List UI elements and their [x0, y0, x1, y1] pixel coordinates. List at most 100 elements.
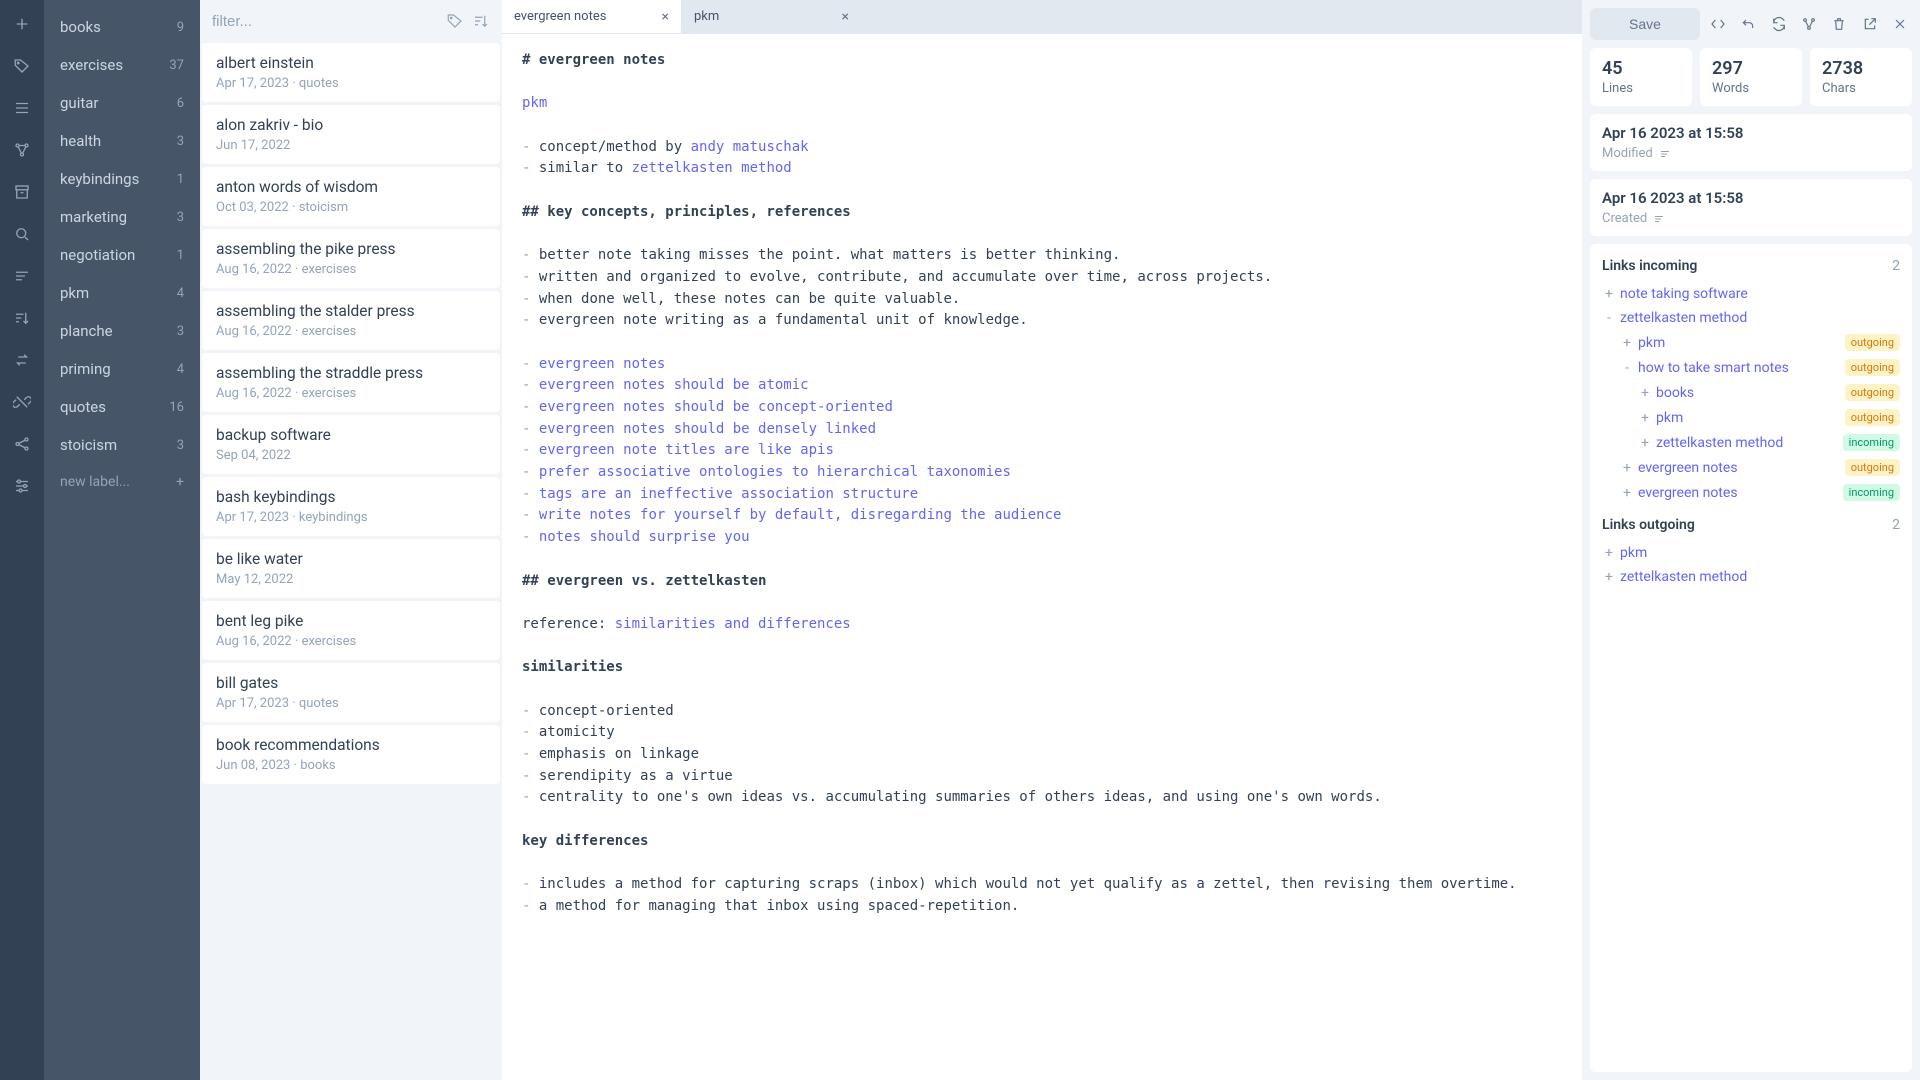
link-row: +booksoutgoing [1602, 380, 1900, 405]
external-icon[interactable] [1857, 10, 1881, 38]
link-badge: incoming [1843, 434, 1900, 451]
expand-toggle[interactable]: + [1638, 435, 1652, 451]
link-row: +zettelkasten method [1602, 565, 1900, 589]
link-andy[interactable]: andy matuschak [691, 139, 809, 155]
link-badge: outgoing [1845, 359, 1900, 376]
label-negotiation[interactable]: negotiation1 [44, 236, 200, 274]
expand-toggle[interactable]: + [1638, 385, 1652, 401]
expand-toggle[interactable]: + [1602, 545, 1616, 561]
expand-toggle[interactable]: + [1620, 335, 1634, 351]
label-quotes[interactable]: quotes16 [44, 388, 200, 426]
tag-icon[interactable] [12, 56, 32, 76]
linked-note[interactable]: books [1656, 385, 1845, 401]
link-badge: incoming [1843, 484, 1900, 501]
graph-icon[interactable] [12, 140, 32, 160]
note-item[interactable]: albert einsteinApr 17, 2023 · quotes [202, 43, 500, 102]
linked-note[interactable]: evergreen notes [1638, 460, 1845, 476]
save-button[interactable]: Save [1590, 8, 1700, 40]
heading: similarities [522, 659, 623, 675]
modified-box: Apr 16 2023 at 15:58 Modified [1590, 114, 1912, 171]
linked-note[interactable]: pkm [1638, 335, 1845, 351]
label-pkm[interactable]: pkm4 [44, 274, 200, 312]
note-item[interactable]: book recommendationsJun 08, 2023 · books [202, 725, 500, 784]
note-item[interactable]: bill gatesApr 17, 2023 · quotes [202, 663, 500, 722]
code-icon[interactable] [1706, 10, 1730, 38]
filter-sort-icon[interactable] [472, 12, 490, 30]
heading: ## key concepts, principles, references [522, 204, 851, 220]
link-zettel[interactable]: zettelkasten method [632, 160, 792, 176]
close-tab-icon[interactable]: × [662, 9, 669, 25]
expand-toggle[interactable]: - [1620, 360, 1634, 376]
filter-tag-icon[interactable] [446, 12, 464, 30]
linked-note[interactable]: zettelkasten method [1620, 310, 1900, 326]
settings-icon[interactable] [12, 476, 32, 496]
tab-evergreen-notes[interactable]: evergreen notes× [502, 0, 682, 33]
sort-icon[interactable] [12, 308, 32, 328]
search-icon[interactable] [12, 224, 32, 244]
labels-sidebar: books9exercises37guitar6health3keybindin… [44, 0, 200, 1080]
close-tab-icon[interactable]: × [842, 9, 849, 25]
label-exercises[interactable]: exercises37 [44, 46, 200, 84]
tab-pkm[interactable]: pkm× [682, 0, 862, 33]
note-item[interactable]: assembling the straddle pressAug 16, 202… [202, 353, 500, 412]
stat-words: 297 Words [1700, 48, 1802, 106]
expand-toggle[interactable]: - [1602, 310, 1616, 326]
label-health[interactable]: health3 [44, 122, 200, 160]
linked-note[interactable]: zettelkasten method [1656, 435, 1843, 451]
label-priming[interactable]: priming4 [44, 350, 200, 388]
notes-list: albert einsteinApr 17, 2023 · quotesalon… [200, 0, 502, 1080]
new-label[interactable]: new label...+ [44, 464, 200, 500]
editor-area: evergreen notes×pkm× # evergreen notes p… [502, 0, 1582, 1080]
link-row: +pkm [1602, 541, 1900, 565]
label-stoicism[interactable]: stoicism3 [44, 426, 200, 464]
notes-scroll[interactable]: albert einsteinApr 17, 2023 · quotesalon… [200, 42, 502, 1080]
unlink-icon[interactable] [12, 392, 32, 412]
linked-note[interactable]: pkm [1656, 410, 1845, 426]
note-item[interactable]: assembling the stalder pressAug 16, 2022… [202, 291, 500, 350]
label-planche[interactable]: planche3 [44, 312, 200, 350]
stack-icon[interactable] [12, 98, 32, 118]
note-item[interactable]: assembling the pike pressAug 16, 2022 · … [202, 229, 500, 288]
graph-panel-icon[interactable] [1797, 10, 1821, 38]
undo-icon[interactable] [1736, 10, 1760, 38]
expand-toggle[interactable]: + [1602, 569, 1616, 585]
archive-icon[interactable] [12, 182, 32, 202]
label-marketing[interactable]: marketing3 [44, 198, 200, 236]
note-item[interactable]: backup softwareSep 04, 2022 [202, 415, 500, 474]
filter-bar [200, 0, 502, 42]
expand-toggle[interactable]: + [1620, 485, 1634, 501]
expand-toggle[interactable]: + [1638, 410, 1652, 426]
linked-note[interactable]: pkm [1620, 545, 1900, 561]
swap-icon[interactable] [12, 350, 32, 370]
new-note-icon[interactable] [12, 14, 32, 34]
stats: 45 Lines 297 Words 2738 Chars [1590, 48, 1912, 106]
panel-toolbar: Save [1590, 8, 1912, 40]
filter-input[interactable] [212, 13, 438, 30]
expand-toggle[interactable]: + [1602, 286, 1616, 302]
link-badge: outgoing [1845, 384, 1900, 401]
expand-toggle[interactable]: + [1620, 460, 1634, 476]
editor[interactable]: # evergreen notes pkm - concept/method b… [502, 34, 1582, 1080]
tab-bar: evergreen notes×pkm× [502, 0, 1582, 34]
sync-icon[interactable] [1767, 10, 1791, 38]
linked-note[interactable]: zettelkasten method [1620, 569, 1900, 585]
linked-note[interactable]: note taking software [1620, 286, 1900, 302]
label-guitar[interactable]: guitar6 [44, 84, 200, 122]
label-books[interactable]: books9 [44, 8, 200, 46]
note-item[interactable]: bash keybindingsApr 17, 2023 · keybindin… [202, 477, 500, 536]
trash-icon[interactable] [1827, 10, 1851, 38]
list-icon[interactable] [12, 266, 32, 286]
note-item[interactable]: alon zakriv - bioJun 17, 2022 [202, 105, 500, 164]
links-incoming-header: Links incoming 2 [1602, 258, 1900, 274]
linked-note[interactable]: how to take smart notes [1638, 360, 1845, 376]
share-icon[interactable] [12, 434, 32, 454]
note-item[interactable]: anton words of wisdomOct 03, 2022 · stoi… [202, 167, 500, 226]
side-panel: Save 45 Lines 297 Words 2738 Chars [1582, 0, 1920, 1080]
link-pkm[interactable]: pkm [522, 95, 547, 111]
close-panel-icon[interactable] [1888, 10, 1912, 38]
linked-note[interactable]: evergreen notes [1638, 485, 1843, 501]
label-keybindings[interactable]: keybindings1 [44, 160, 200, 198]
note-item[interactable]: bent leg pikeAug 16, 2022 · exercises [202, 601, 500, 660]
note-item[interactable]: be like waterMay 12, 2022 [202, 539, 500, 598]
link-row: +evergreen notesincoming [1602, 480, 1900, 505]
